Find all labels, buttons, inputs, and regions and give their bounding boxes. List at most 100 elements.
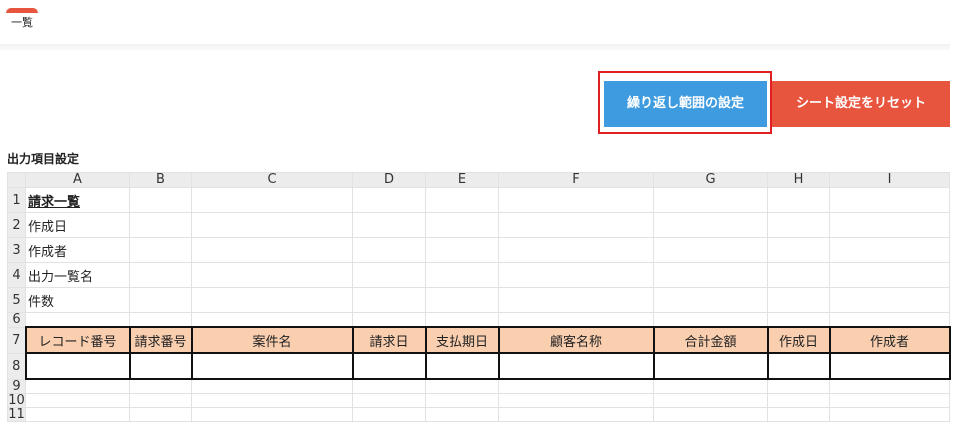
data-cell[interactable] <box>497 352 655 380</box>
cell[interactable] <box>129 212 192 238</box>
cell[interactable] <box>829 212 950 238</box>
col-header[interactable]: C <box>191 172 353 188</box>
data-cell[interactable] <box>128 352 193 380</box>
data-cell[interactable] <box>828 352 951 380</box>
cell[interactable] <box>425 312 499 328</box>
cell[interactable] <box>425 393 499 408</box>
cell[interactable] <box>129 407 192 422</box>
cell-a2[interactable]: 作成日 <box>25 212 130 238</box>
cell[interactable] <box>352 407 426 422</box>
cell[interactable] <box>767 237 830 263</box>
col-header[interactable]: I <box>829 172 950 188</box>
cell[interactable] <box>767 187 830 213</box>
cell[interactable] <box>129 393 192 408</box>
cell[interactable] <box>653 393 768 408</box>
cell[interactable] <box>425 287 499 313</box>
cell[interactable] <box>25 378 130 394</box>
header-cell-created-date[interactable]: 作成日 <box>766 326 831 354</box>
col-header[interactable]: D <box>352 172 426 188</box>
cell[interactable] <box>425 187 499 213</box>
cell[interactable] <box>191 393 353 408</box>
col-header[interactable]: E <box>425 172 499 188</box>
cell[interactable] <box>829 407 950 422</box>
row-number[interactable]: 5 <box>7 287 26 313</box>
cell[interactable] <box>25 312 130 328</box>
cell[interactable] <box>25 393 130 408</box>
cell[interactable] <box>767 212 830 238</box>
col-header[interactable]: H <box>767 172 830 188</box>
data-cell[interactable] <box>652 352 769 380</box>
cell-a3[interactable]: 作成者 <box>25 237 130 263</box>
cell[interactable] <box>653 407 768 422</box>
cell[interactable] <box>829 378 950 394</box>
col-header[interactable]: B <box>129 172 192 188</box>
data-cell[interactable] <box>766 352 831 380</box>
cell[interactable] <box>767 262 830 288</box>
cell[interactable] <box>425 262 499 288</box>
data-cell[interactable] <box>424 352 500 380</box>
row-number[interactable]: 6 <box>7 312 26 328</box>
cell-a5[interactable]: 件数 <box>25 287 130 313</box>
cell[interactable] <box>767 378 830 394</box>
row-number[interactable]: 3 <box>7 237 26 263</box>
cell[interactable] <box>498 262 654 288</box>
cell[interactable] <box>653 312 768 328</box>
cell[interactable] <box>498 187 654 213</box>
cell[interactable] <box>129 237 192 263</box>
cell-a4[interactable]: 出力一覧名 <box>25 262 130 288</box>
cell[interactable] <box>653 212 768 238</box>
row-number[interactable]: 9 <box>7 378 26 394</box>
header-cell-customer-name[interactable]: 顧客名称 <box>497 326 655 354</box>
cell[interactable] <box>129 262 192 288</box>
cell[interactable] <box>425 212 499 238</box>
tab-list[interactable]: 一覧 <box>6 8 38 44</box>
header-cell-invoice-number[interactable]: 請求番号 <box>128 326 193 354</box>
cell[interactable] <box>129 187 192 213</box>
row-number[interactable]: 8 <box>7 352 26 380</box>
cell[interactable] <box>129 312 192 328</box>
header-cell-creator[interactable]: 作成者 <box>828 326 951 354</box>
cell[interactable] <box>191 287 353 313</box>
cell[interactable] <box>653 262 768 288</box>
header-cell-invoice-date[interactable]: 請求日 <box>351 326 427 354</box>
row-number[interactable]: 11 <box>7 407 26 422</box>
cell[interactable] <box>352 237 426 263</box>
cell[interactable] <box>829 287 950 313</box>
header-cell-due-date[interactable]: 支払期日 <box>424 326 500 354</box>
cell[interactable] <box>498 237 654 263</box>
cell[interactable] <box>352 393 426 408</box>
cell[interactable] <box>653 187 768 213</box>
cell[interactable] <box>829 393 950 408</box>
col-header[interactable]: F <box>498 172 654 188</box>
cell[interactable] <box>425 237 499 263</box>
cell[interactable] <box>653 378 768 394</box>
row-number[interactable]: 2 <box>7 212 26 238</box>
header-cell-record-number[interactable]: レコード番号 <box>24 326 131 354</box>
cell[interactable] <box>352 187 426 213</box>
cell[interactable] <box>829 187 950 213</box>
header-cell-project-name[interactable]: 案件名 <box>190 326 354 354</box>
cell[interactable] <box>498 212 654 238</box>
cell[interactable] <box>191 187 353 213</box>
cell[interactable] <box>498 287 654 313</box>
cell[interactable] <box>352 212 426 238</box>
cell[interactable] <box>425 378 499 394</box>
reset-sheet-button[interactable]: シート設定をリセット <box>772 81 950 127</box>
cell[interactable] <box>352 312 426 328</box>
cell-a1[interactable]: 請求一覧 <box>25 187 130 213</box>
cell[interactable] <box>191 312 353 328</box>
cell[interactable] <box>191 378 353 394</box>
cell[interactable] <box>498 393 654 408</box>
cell[interactable] <box>129 287 192 313</box>
cell[interactable] <box>129 378 192 394</box>
repeat-range-button[interactable]: 繰り返し範囲の設定 <box>604 81 767 127</box>
cell[interactable] <box>767 312 830 328</box>
data-cell[interactable] <box>24 352 131 380</box>
cell[interactable] <box>829 312 950 328</box>
row-number[interactable]: 10 <box>7 393 26 408</box>
row-number[interactable]: 7 <box>7 326 26 354</box>
cell[interactable] <box>653 237 768 263</box>
data-cell[interactable] <box>190 352 354 380</box>
cell[interactable] <box>352 262 426 288</box>
header-cell-total-amount[interactable]: 合計金額 <box>652 326 769 354</box>
